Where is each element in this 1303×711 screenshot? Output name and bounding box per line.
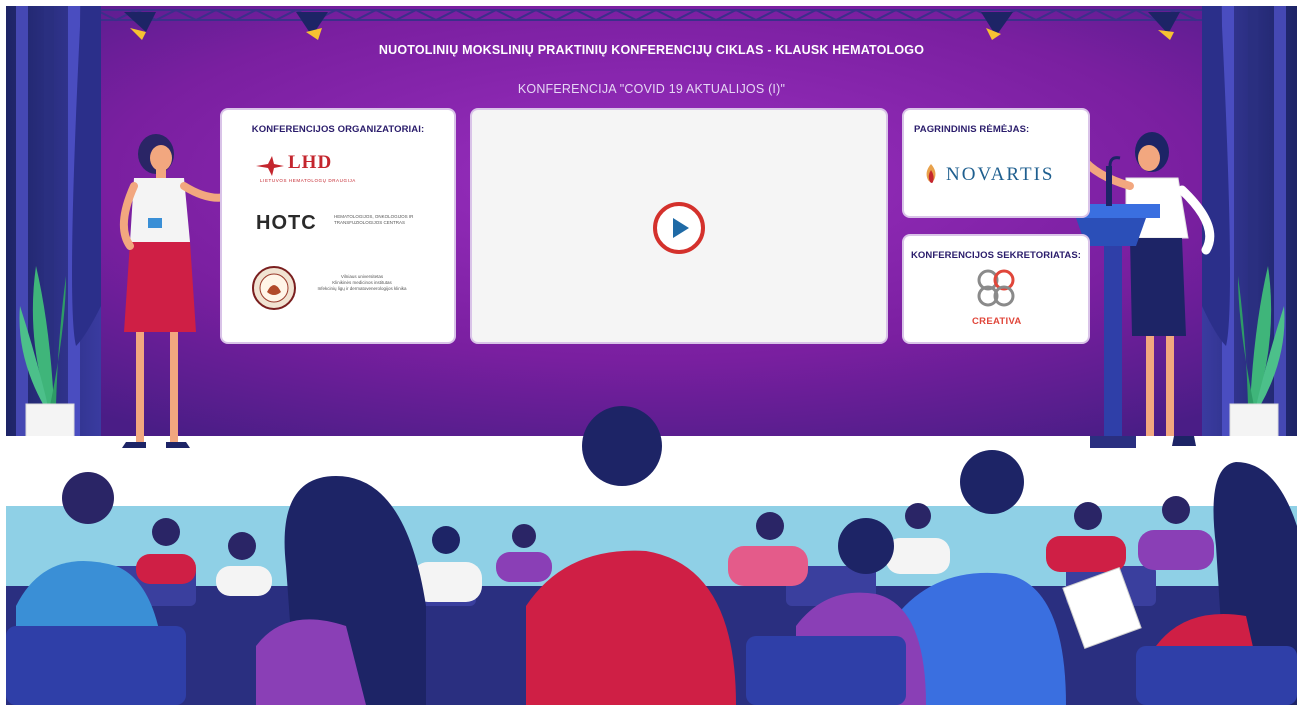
conference-stage: NUOTOLINIŲ MOKSLINIŲ PRAKTINIŲ KONFERENC… xyxy=(6,6,1297,705)
creativa-logo-text: CREATIVA xyxy=(972,316,1022,327)
video-player[interactable] xyxy=(472,110,886,342)
hotc-logo-text: HOTC xyxy=(256,212,317,234)
star-icon xyxy=(256,156,284,176)
hotc-caption: HEMATOLOGIJOS, ONKOLOGIJOS IR TRANSFUZIO… xyxy=(334,214,414,225)
series-title: NUOTOLINIŲ MOKSLINIŲ PRAKTINIŲ KONFERENC… xyxy=(378,43,925,57)
lhd-caption: LIETUVOS HEMATOLOGŲ DRAUGIJA xyxy=(260,178,356,183)
organizers-card: KONFERENCIJOS ORGANIZATORIAI: LHD LIETUV… xyxy=(222,110,454,342)
sponsor-heading: PAGRINDINIS RĖMĖJAS: xyxy=(914,124,1030,135)
conference-subtitle: KONFERENCIJA "COVID 19 AKTUALIJOS (I)" xyxy=(517,82,786,96)
lhd-logo-text: LHD xyxy=(288,152,333,173)
hotc-logo: HOTC HEMATOLOGIJOS, ONKOLOGIJOS IR TRANS… xyxy=(256,210,436,240)
university-seal-icon xyxy=(252,266,296,310)
organizers-heading: KONFERENCIJOS ORGANIZATORIAI: xyxy=(251,124,425,135)
play-icon[interactable] xyxy=(652,201,706,255)
secretariat-card: KONFERENCIJOS SEKRETORIATAS: CREATIVA xyxy=(904,236,1088,342)
right-curtain xyxy=(1202,6,1297,436)
novartis-flame-icon xyxy=(926,164,936,183)
vu-caption-3: Infekcinių ligų ir dermatovenerologijos … xyxy=(317,286,407,291)
lhd-logo: LHD LIETUVOS HEMATOLOGŲ DRAUGIJA xyxy=(254,150,424,190)
left-curtain xyxy=(6,6,101,436)
secretariat-heading: KONFERENCIJOS SEKRETORIATAS: xyxy=(910,250,1082,261)
sponsor-card: PAGRINDINIS RĖMĖJAS: NOVARTIS xyxy=(904,110,1088,216)
vu-logo: Vilniaus universitetas Klinikinės medici… xyxy=(252,262,432,318)
novartis-logo-text: NOVARTIS xyxy=(946,164,1055,185)
creativa-logo-icon xyxy=(977,269,1015,307)
